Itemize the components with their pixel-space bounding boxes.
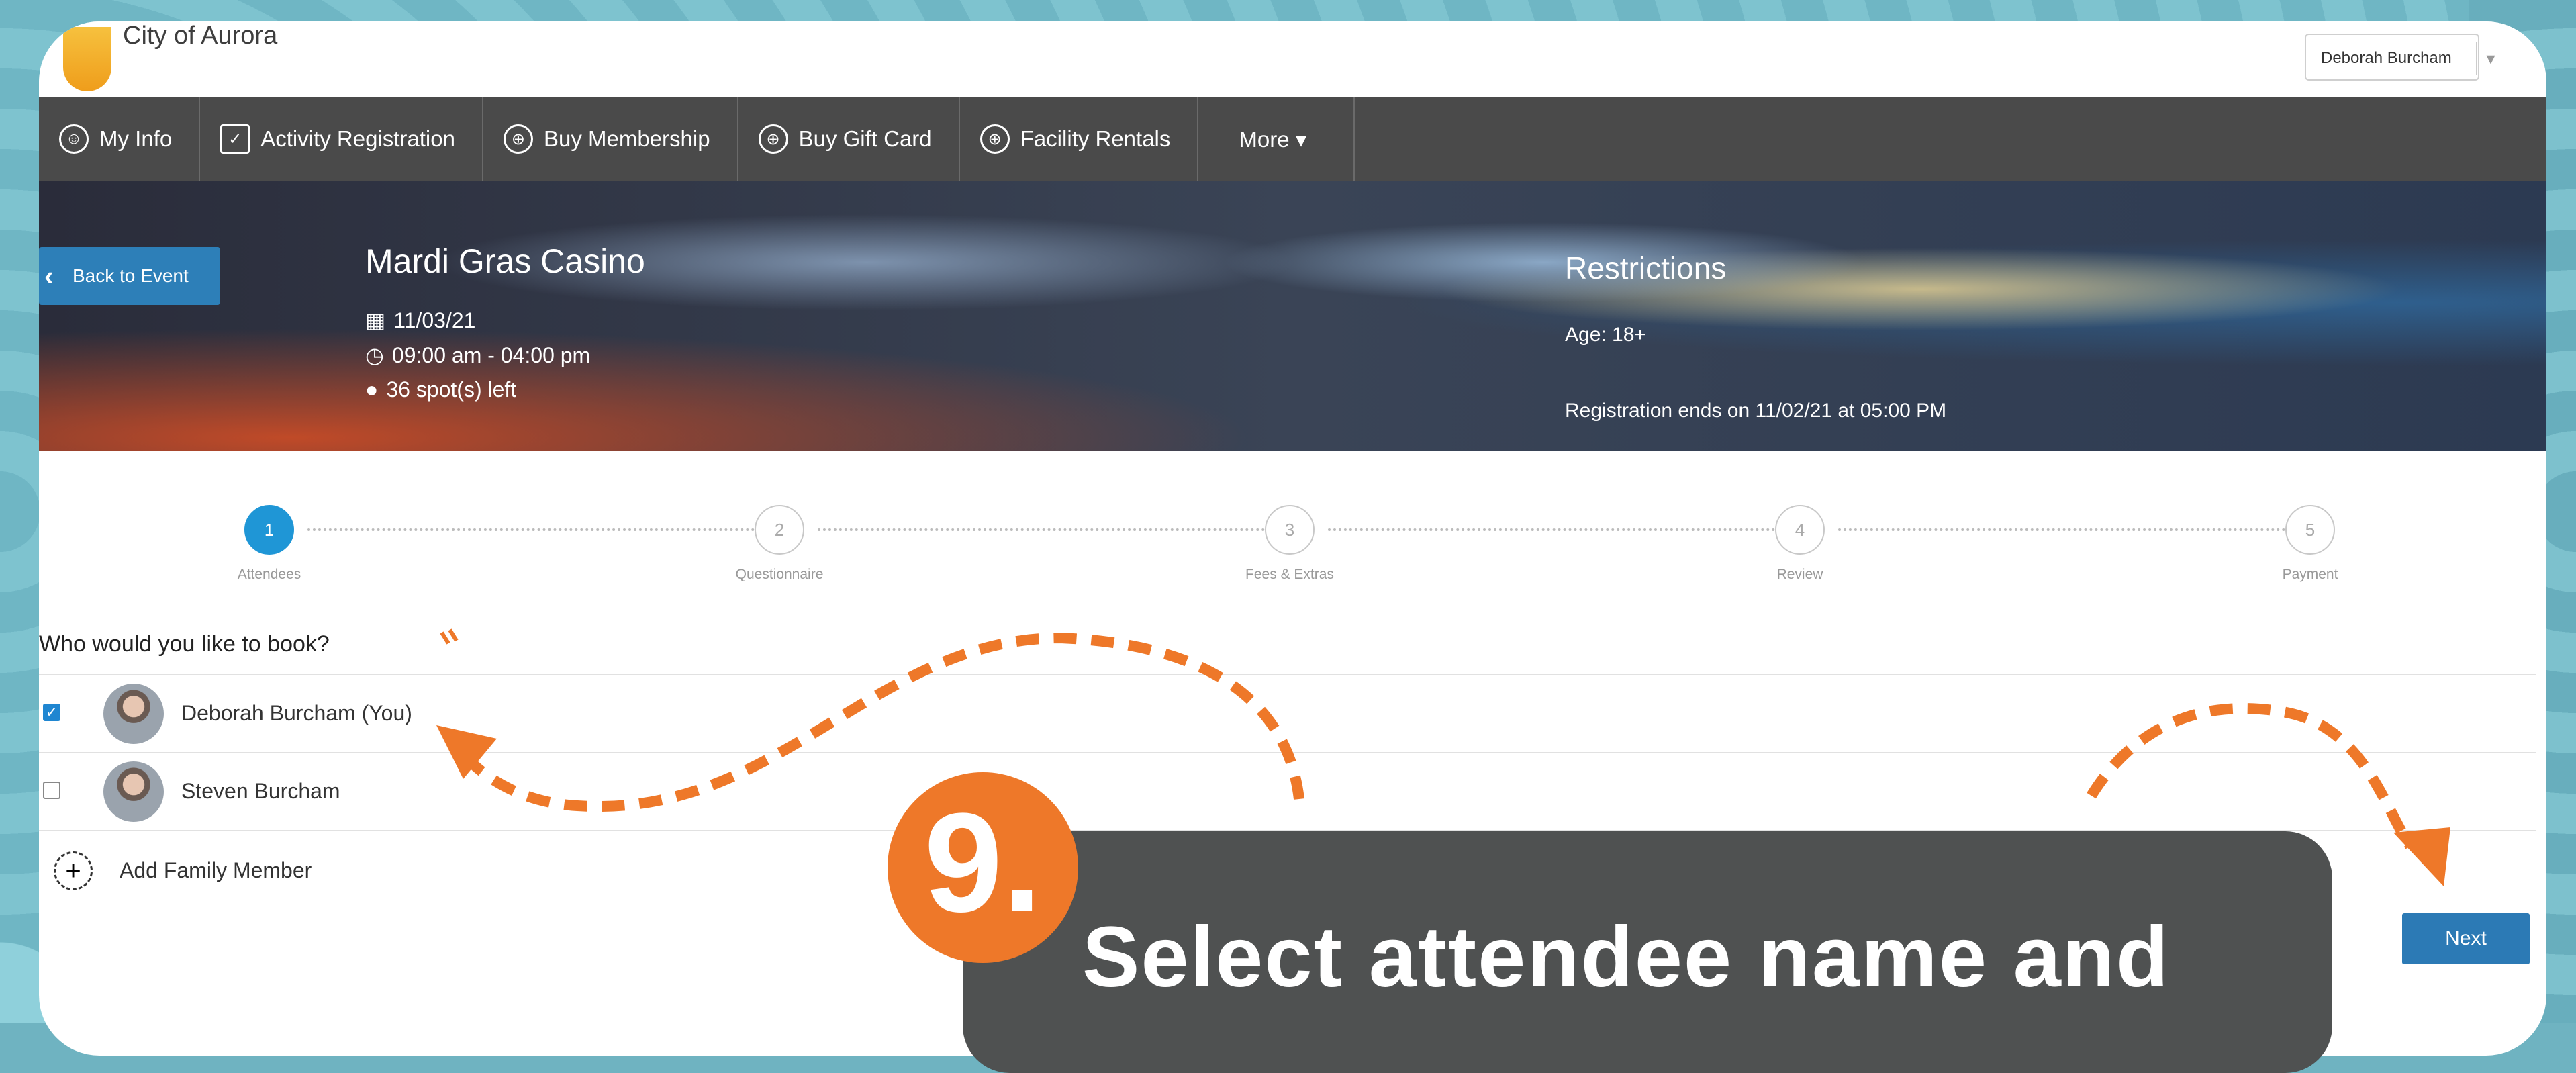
arrowhead-icon bbox=[2393, 827, 2450, 886]
arrow-to-next bbox=[2087, 703, 2415, 849]
step-number-badge: 9. bbox=[888, 772, 1078, 963]
annotation-tick-mark bbox=[440, 628, 459, 645]
instruction-text: Select attendee name and bbox=[1082, 909, 2170, 1005]
arrow-to-attendee bbox=[452, 632, 1304, 812]
arrowhead-icon bbox=[436, 725, 497, 779]
